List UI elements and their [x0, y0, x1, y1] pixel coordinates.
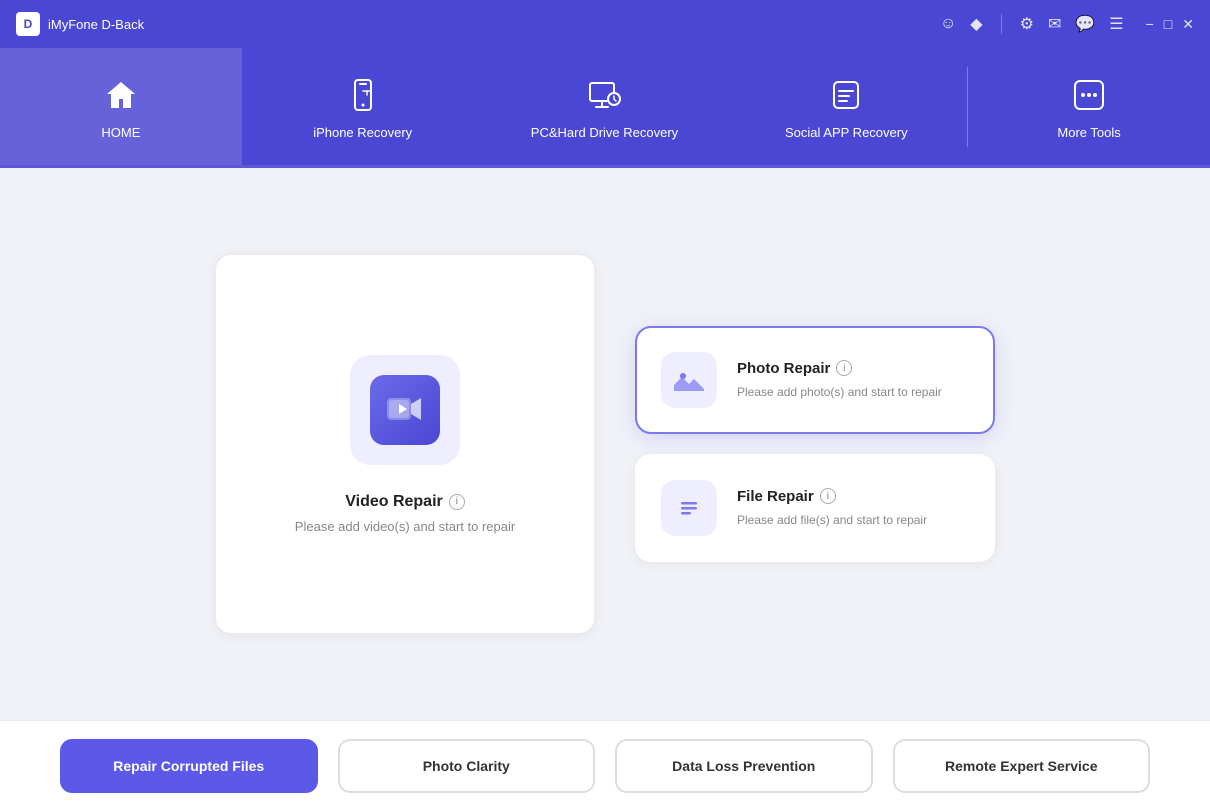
nav-label-more: More Tools [1057, 125, 1120, 140]
bottom-bar: Repair Corrupted Files Photo Clarity Dat… [0, 720, 1210, 810]
nav-bar: HOME iPhone Recovery PC&Hard Drive Recov… [0, 48, 1210, 168]
home-icon [99, 73, 143, 117]
video-icon-bg [350, 355, 460, 465]
data-loss-prevention-button[interactable]: Data Loss Prevention [615, 739, 873, 793]
close-button[interactable]: ✕ [1182, 16, 1194, 33]
social-icon [824, 73, 868, 117]
photo-repair-title: Photo Repair i [737, 360, 969, 377]
nav-label-pc: PC&Hard Drive Recovery [531, 125, 678, 140]
nav-item-pc[interactable]: PC&Hard Drive Recovery [484, 48, 726, 165]
file-repair-content: File Repair i Please add file(s) and sta… [737, 488, 969, 529]
repair-corrupted-button[interactable]: Repair Corrupted Files [60, 739, 318, 793]
video-repair-title: Video Repair i [345, 493, 465, 511]
nav-item-social[interactable]: Social APP Recovery [725, 48, 967, 165]
remote-expert-button[interactable]: Remote Expert Service [893, 739, 1151, 793]
file-info-icon[interactable]: i [820, 488, 836, 504]
settings-icon[interactable]: ⚙ [1020, 14, 1034, 34]
video-info-icon[interactable]: i [449, 494, 465, 510]
video-icon-inner [370, 375, 440, 445]
title-bar-icons: ☺ ◆ ⚙ ✉ 💬 ☰ − □ ✕ [940, 14, 1194, 34]
photo-info-icon[interactable]: i [836, 360, 852, 376]
video-repair-card[interactable]: Video Repair i Please add video(s) and s… [215, 254, 595, 634]
main-content: Video Repair i Please add video(s) and s… [0, 168, 1210, 720]
separator [1001, 14, 1002, 34]
photo-clarity-button[interactable]: Photo Clarity [338, 739, 596, 793]
minimize-button[interactable]: − [1146, 16, 1154, 33]
photo-repair-content: Photo Repair i Please add photo(s) and s… [737, 360, 969, 401]
nav-label-home: HOME [101, 125, 140, 140]
file-repair-icon [661, 480, 717, 536]
app-logo: D [16, 12, 40, 36]
video-repair-desc: Please add video(s) and start to repair [295, 519, 515, 534]
photo-repair-icon [661, 352, 717, 408]
maximize-button[interactable]: □ [1164, 16, 1172, 33]
nav-label-social: Social APP Recovery [785, 125, 908, 140]
nav-item-home[interactable]: HOME [0, 48, 242, 165]
app-title: iMyFone D-Back [48, 17, 940, 32]
mail-icon[interactable]: ✉ [1048, 14, 1061, 34]
pc-icon [582, 73, 626, 117]
nav-label-iphone: iPhone Recovery [313, 125, 412, 140]
right-cards: Photo Repair i Please add photo(s) and s… [635, 326, 995, 562]
menu-icon[interactable]: ☰ [1109, 14, 1123, 34]
photo-repair-desc: Please add photo(s) and start to repair [737, 383, 969, 401]
file-repair-desc: Please add file(s) and start to repair [737, 511, 969, 529]
iphone-icon [341, 73, 385, 117]
nav-item-iphone[interactable]: iPhone Recovery [242, 48, 484, 165]
file-repair-card[interactable]: File Repair i Please add file(s) and sta… [635, 454, 995, 562]
more-icon [1067, 73, 1111, 117]
file-repair-title: File Repair i [737, 488, 969, 505]
discord-icon[interactable]: ◆ [970, 14, 982, 34]
chat-icon[interactable]: 💬 [1075, 14, 1095, 34]
window-controls: − □ ✕ [1146, 16, 1194, 33]
photo-repair-card[interactable]: Photo Repair i Please add photo(s) and s… [635, 326, 995, 434]
title-bar: D iMyFone D-Back ☺ ◆ ⚙ ✉ 💬 ☰ − □ ✕ [0, 0, 1210, 48]
nav-item-more[interactable]: More Tools [968, 48, 1210, 165]
user-icon[interactable]: ☺ [940, 15, 956, 33]
